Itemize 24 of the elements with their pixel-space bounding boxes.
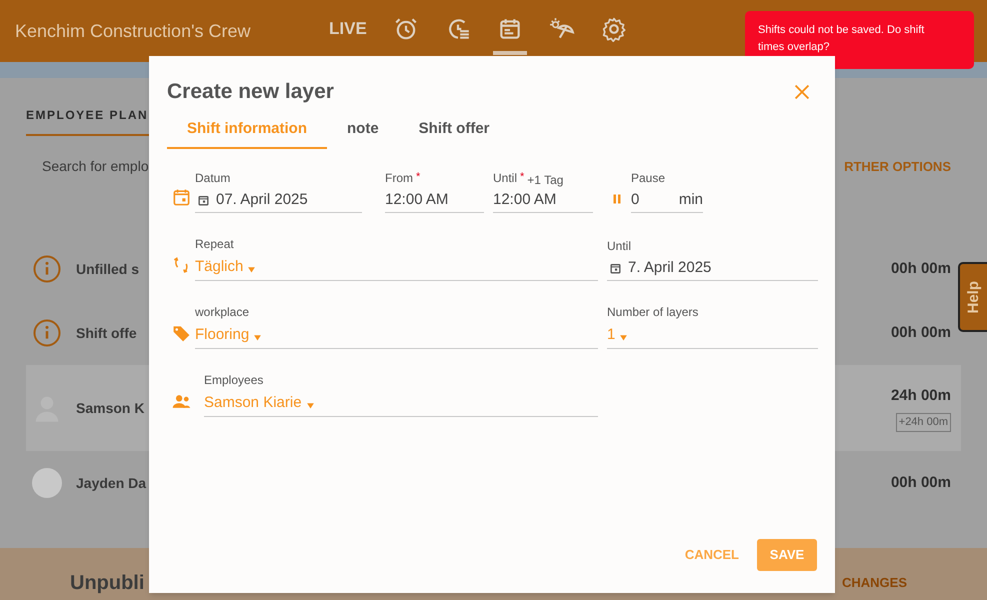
field-label: Employees xyxy=(204,372,264,389)
row-name: Samson K xyxy=(76,398,144,418)
field-label: workplace xyxy=(195,304,250,321)
footer-title: Unpubli xyxy=(70,571,144,596)
app-title: Kenchim Construction's Crew xyxy=(15,20,252,42)
field-label: Until xyxy=(607,238,632,255)
hours-badge: +24h 00m xyxy=(896,413,951,432)
hours-total: 00h 00m xyxy=(890,322,951,343)
error-toast: Shifts could not be saved. Do shift times overlap? xyxy=(745,11,974,69)
row-name: Jayden Da xyxy=(76,474,146,493)
field-label: Pause xyxy=(631,170,666,187)
required-mark: * xyxy=(416,170,420,185)
field-label: Repeat xyxy=(195,236,234,253)
hours-total: 00h 00m xyxy=(890,258,951,279)
field-label: Until xyxy=(493,170,518,187)
field-label: Number of layers xyxy=(607,304,698,321)
field-label: Datum xyxy=(195,170,230,187)
hours-total: 24h 00m xyxy=(890,386,951,406)
field-label: From xyxy=(385,170,413,187)
row-name: Unfilled s xyxy=(76,260,140,278)
hours-total: 00h 00m xyxy=(890,472,951,493)
day-note: +1 Tag xyxy=(527,172,564,189)
row-name: Shift offe xyxy=(76,324,137,342)
required-mark: * xyxy=(520,170,524,185)
